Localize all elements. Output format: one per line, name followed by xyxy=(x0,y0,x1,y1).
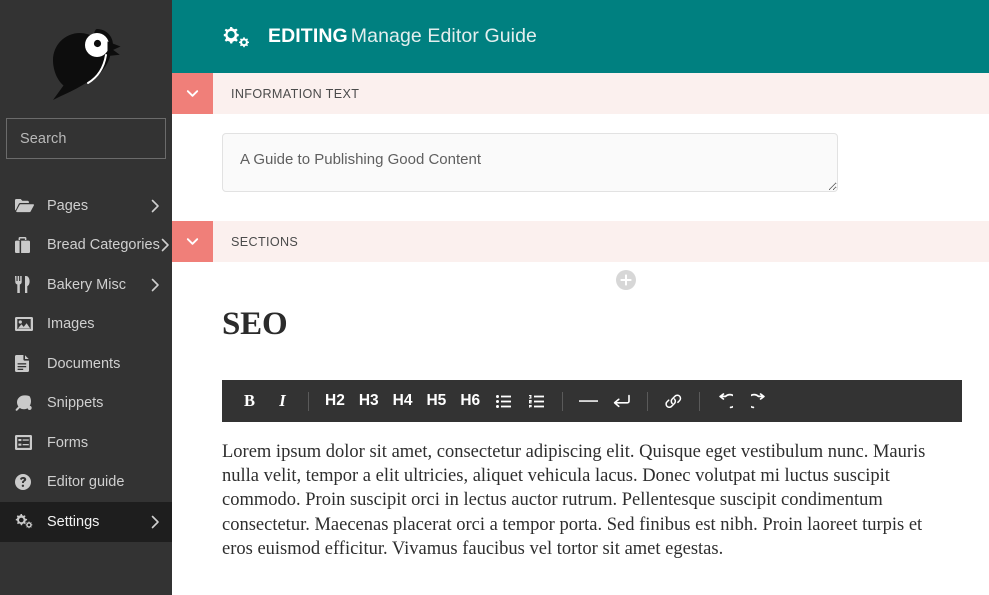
file-text-icon xyxy=(15,355,35,373)
information-text-body xyxy=(172,114,989,192)
cutlery-icon xyxy=(15,276,35,294)
gears-icon xyxy=(15,513,35,531)
sidebar-item-label: Documents xyxy=(47,355,121,372)
sidebar-item-label: Editor guide xyxy=(47,474,125,491)
sections-toggle[interactable] xyxy=(172,221,213,262)
editing-mode-label: EDITING xyxy=(268,25,348,47)
sidebar-item-pages[interactable]: Pages xyxy=(0,186,172,226)
sections-panel: SECTIONS SEO B I H2 H3 H4 H5 H6 Lorem ip… xyxy=(172,221,989,562)
toolbar-separator xyxy=(562,391,564,411)
app-root: Pages Bread Categories Bakery Misc xyxy=(0,0,989,595)
chevron-down-icon[interactable] xyxy=(185,86,200,101)
page-title-text: Manage Editor Guide xyxy=(350,25,537,47)
heading-4-button[interactable]: H4 xyxy=(386,380,420,422)
sidebar: Pages Bread Categories Bakery Misc xyxy=(0,0,172,595)
horizontal-rule-icon[interactable] xyxy=(579,396,599,406)
briefcase-icon xyxy=(15,236,35,254)
italic-button[interactable]: I xyxy=(266,380,299,422)
sidebar-item-label: Images xyxy=(47,316,95,333)
plus-circle-icon[interactable] xyxy=(616,270,636,290)
chevron-right-icon xyxy=(161,238,169,252)
sections-body: SEO B I H2 H3 H4 H5 H6 Lorem ipsum dolor… xyxy=(172,262,989,562)
bird-logo-icon xyxy=(53,29,121,100)
sections-title: SECTIONS xyxy=(231,234,299,249)
bullet-list-icon[interactable] xyxy=(496,394,512,408)
page-title: EDITING Manage Editor Guide xyxy=(268,25,537,48)
search-input[interactable] xyxy=(20,130,172,147)
sections-header: SECTIONS xyxy=(172,221,989,262)
sidebar-item-label: Settings xyxy=(47,513,100,530)
undo-button[interactable] xyxy=(709,380,742,422)
heading-2-button[interactable]: H2 xyxy=(318,380,352,422)
chevron-right-icon xyxy=(151,199,159,213)
sidebar-item-documents[interactable]: Documents xyxy=(0,344,172,384)
sidebar-item-forms[interactable]: Forms xyxy=(0,423,172,463)
link-icon[interactable] xyxy=(665,394,682,408)
redo-icon[interactable] xyxy=(751,393,766,409)
chevron-right-icon xyxy=(151,515,159,529)
page-header: EDITING Manage Editor Guide xyxy=(172,0,989,73)
link-button[interactable] xyxy=(657,380,690,422)
sidebar-item-bakery-misc[interactable]: Bakery Misc xyxy=(0,265,172,305)
logo-container xyxy=(0,0,172,118)
horizontal-rule-button[interactable] xyxy=(572,380,605,422)
list-alt-icon xyxy=(15,434,35,452)
information-text-title: INFORMATION TEXT xyxy=(231,86,360,101)
sidebar-item-editor-guide[interactable]: Editor guide xyxy=(0,463,172,503)
sidebar-item-label: Bakery Misc xyxy=(47,276,126,293)
panel-spacer xyxy=(172,192,989,221)
toolbar-separator xyxy=(699,391,701,411)
sidebar-nav: Pages Bread Categories Bakery Misc Image… xyxy=(0,186,172,542)
sidebar-item-label: Forms xyxy=(47,434,89,451)
chevron-down-icon[interactable] xyxy=(185,234,200,249)
sidebar-item-snippets[interactable]: Snippets xyxy=(0,384,172,424)
leaf-icon xyxy=(15,394,35,412)
information-text-input[interactable] xyxy=(222,133,838,192)
question-circle-icon xyxy=(15,473,35,491)
return-arrow-icon[interactable] xyxy=(613,394,630,408)
bold-button[interactable]: B xyxy=(233,380,266,422)
heading-3-button[interactable]: H3 xyxy=(352,380,386,422)
sidebar-item-bread-categories[interactable]: Bread Categories xyxy=(0,226,172,266)
line-break-button[interactable] xyxy=(605,380,638,422)
add-section-button[interactable] xyxy=(616,270,636,290)
add-section-row xyxy=(172,262,989,304)
toolbar-separator xyxy=(647,391,649,411)
information-text-header: INFORMATION TEXT xyxy=(172,73,989,114)
heading-6-button[interactable]: H6 xyxy=(453,380,487,422)
rich-text-editor: B I H2 H3 H4 H5 H6 Lorem ipsum dolor sit… xyxy=(222,380,962,561)
information-text-toggle[interactable] xyxy=(172,73,213,114)
heading-5-button[interactable]: H5 xyxy=(419,380,453,422)
unordered-list-button[interactable] xyxy=(487,380,520,422)
sidebar-item-images[interactable]: Images xyxy=(0,305,172,345)
redo-button[interactable] xyxy=(742,380,775,422)
main-content: EDITING Manage Editor Guide INFORMATION T… xyxy=(172,0,989,595)
undo-icon[interactable] xyxy=(718,393,734,409)
folder-open-icon xyxy=(15,197,35,215)
toolbar-separator xyxy=(308,391,309,411)
sidebar-item-label: Bread Categories xyxy=(47,237,160,254)
sidebar-item-label: Pages xyxy=(47,197,89,214)
chevron-right-icon xyxy=(151,278,159,292)
sidebar-item-settings[interactable]: Settings xyxy=(0,502,172,542)
editor-content[interactable]: Lorem ipsum dolor sit amet, consectetur … xyxy=(222,422,952,561)
gears-icon xyxy=(223,26,249,47)
image-icon xyxy=(15,315,35,333)
numbered-list-icon[interactable] xyxy=(529,394,545,408)
editor-toolbar: B I H2 H3 H4 H5 H6 xyxy=(222,380,962,422)
ordered-list-button[interactable] xyxy=(520,380,553,422)
search-box[interactable] xyxy=(6,118,172,159)
section-heading: SEO xyxy=(222,306,288,342)
information-text-panel: INFORMATION TEXT xyxy=(172,73,989,221)
sidebar-item-label: Snippets xyxy=(47,395,104,412)
